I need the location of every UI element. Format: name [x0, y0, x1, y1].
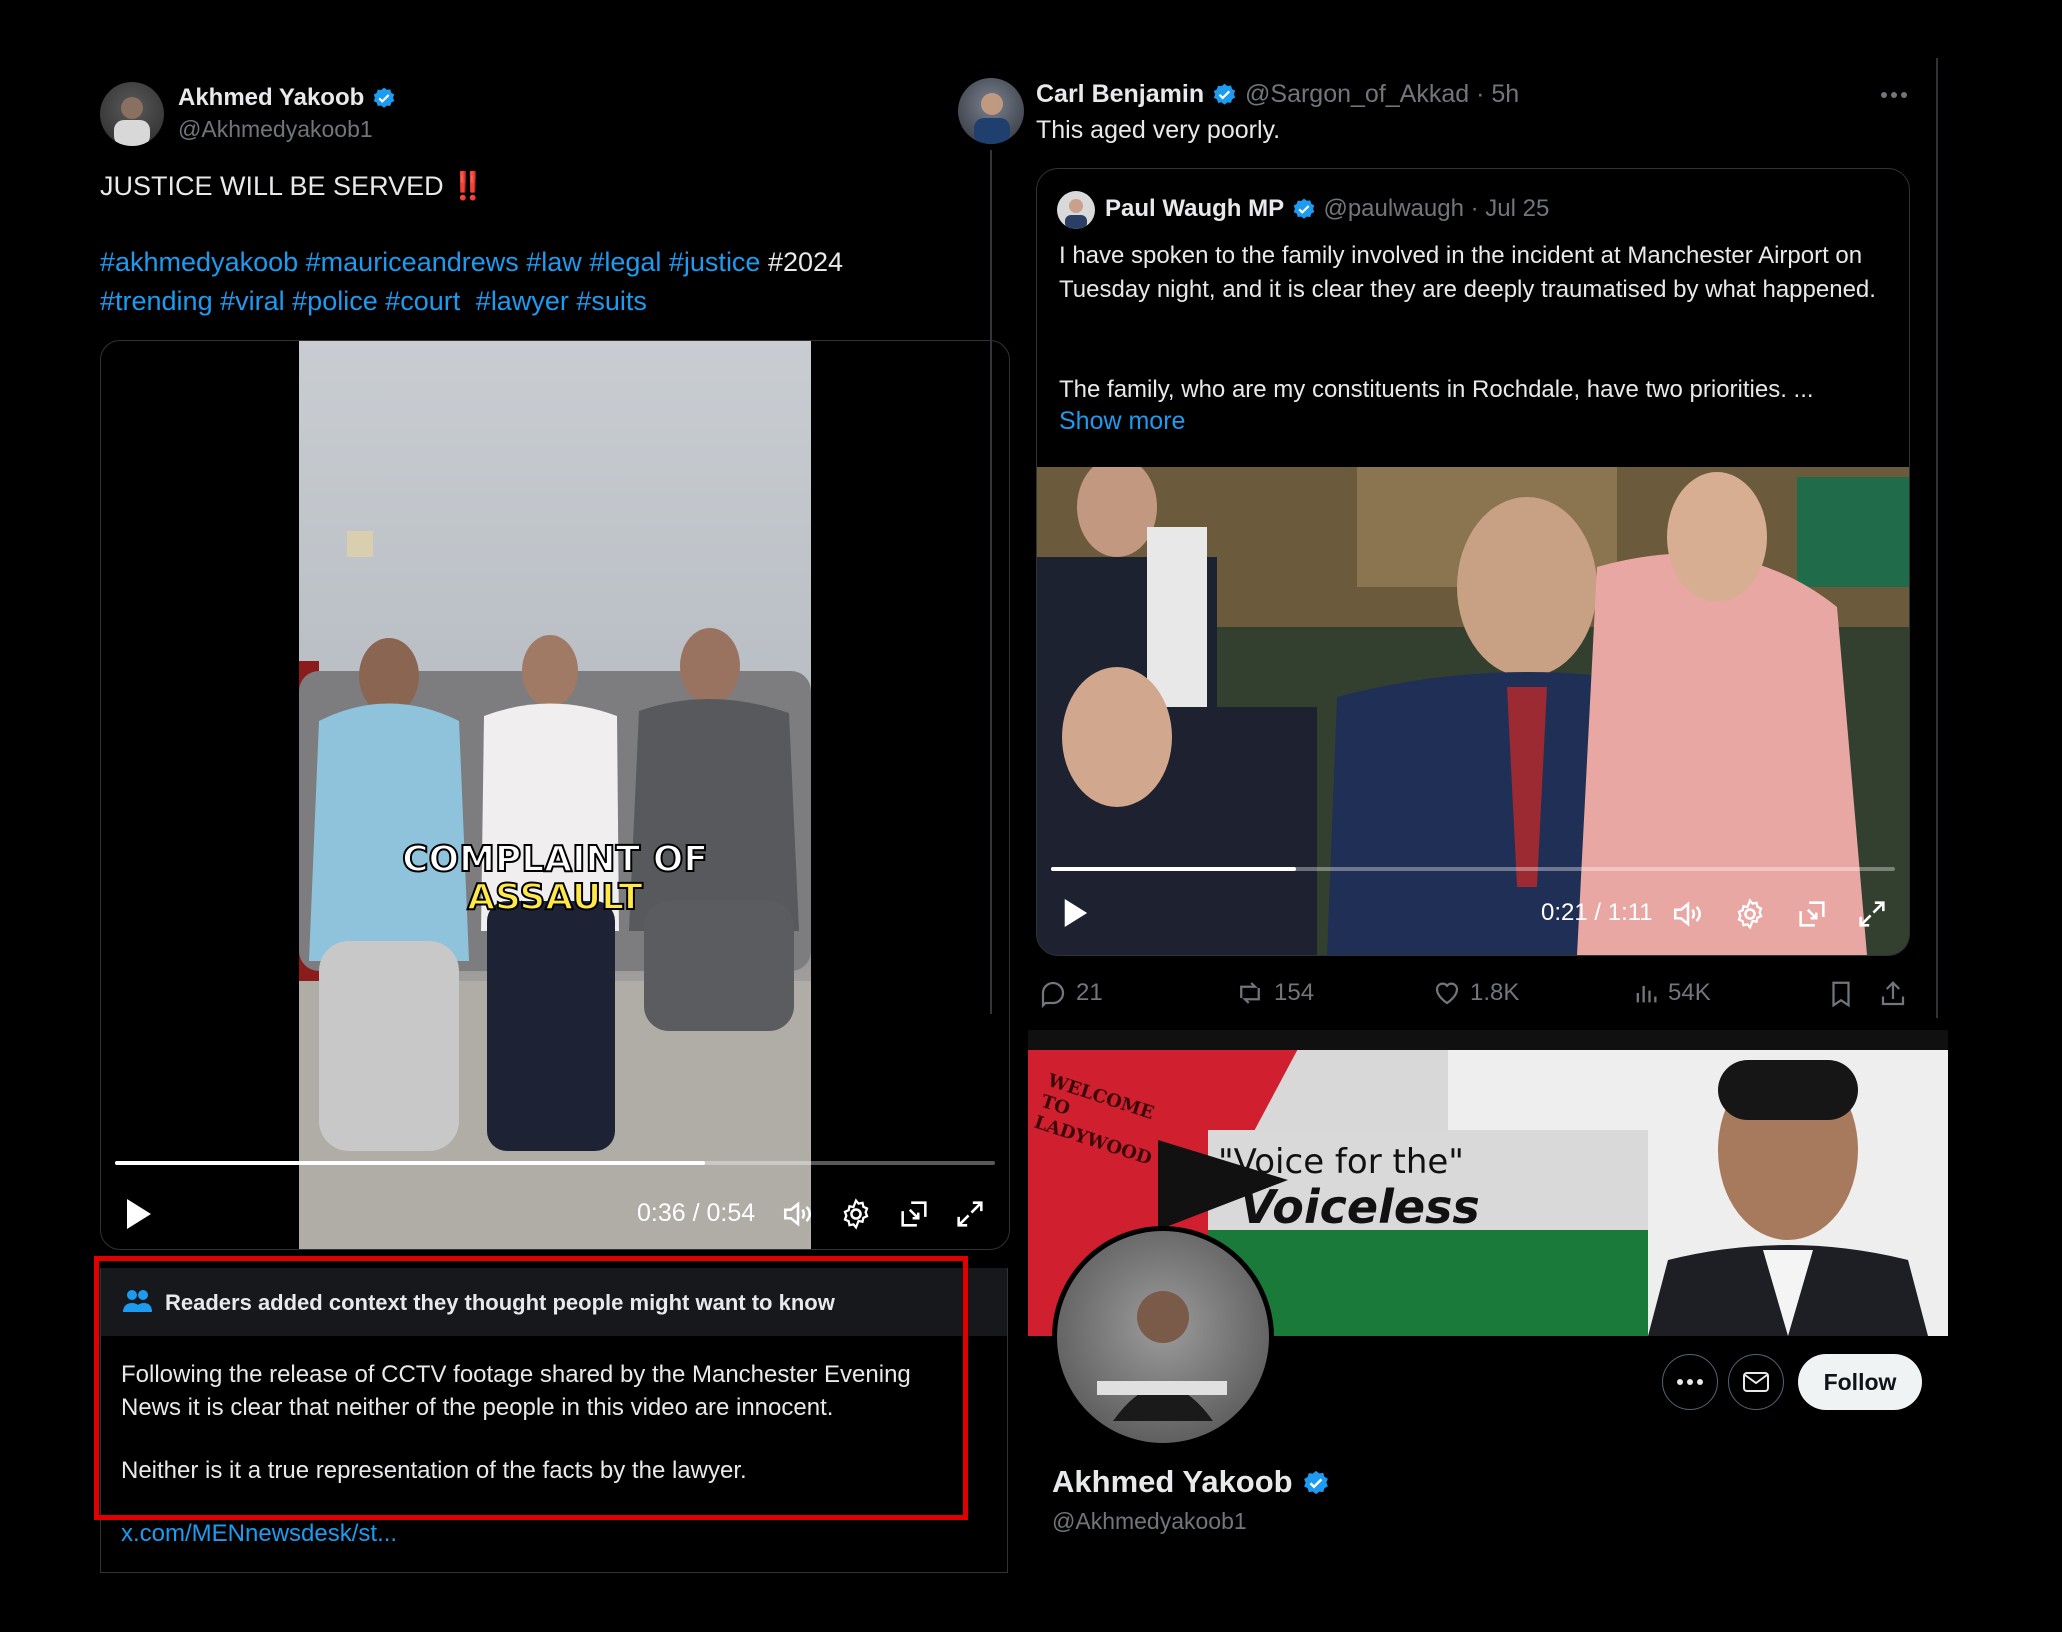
video-scene-illustration [299, 531, 811, 1249]
settings-gear-icon[interactable] [1733, 897, 1767, 931]
right-author-handle[interactable]: @Sargon_of_Akkad [1245, 80, 1469, 108]
quoted-author-handle: @paulwaugh [1323, 195, 1464, 222]
quoted-author-name: Paul Waugh MP [1105, 195, 1285, 222]
bookmark-icon[interactable] [1826, 978, 1856, 1010]
message-button[interactable] [1728, 1354, 1784, 1410]
volume-icon[interactable] [781, 1197, 815, 1231]
thread-line [990, 150, 992, 1014]
picture-in-picture-icon[interactable] [1795, 897, 1829, 931]
video-progress-bar[interactable] [1051, 867, 1895, 871]
quoted-author-avatar [1057, 191, 1095, 229]
left-author-name[interactable]: Akhmed Yakoob [178, 84, 364, 111]
video-caption-line1: COMPLAINT OF [401, 839, 709, 880]
profile-handle: @Akhmedyakoob1 [1052, 1508, 1247, 1534]
hashtag-link[interactable]: #akhmedyakoob [100, 247, 298, 277]
repost-icon [1240, 982, 1260, 1004]
verified-badge-icon [1304, 1470, 1329, 1494]
views-chart-icon [1636, 986, 1657, 1003]
hashtag-line-1: #akhmedyakoob #mauriceandrews #law #lega… [100, 247, 843, 278]
settings-gear-icon[interactable] [839, 1197, 873, 1231]
reply-button[interactable]: 21 [1038, 978, 1103, 1008]
play-icon[interactable] [123, 1197, 153, 1231]
verified-badge-icon [1213, 83, 1236, 105]
hashtag-link[interactable]: #mauriceandrews [306, 247, 519, 277]
banner-line2: Voiceless [1240, 1180, 1480, 1234]
hashtag-link[interactable]: #court [385, 286, 460, 316]
banner-line1: "Voice for the" [1218, 1142, 1464, 1182]
profile-avatar[interactable] [1052, 1226, 1274, 1448]
more-actions-button[interactable] [1662, 1354, 1718, 1410]
show-more-link[interactable]: Show more [1059, 407, 1185, 436]
hashtag-link[interactable]: #legal [589, 247, 661, 277]
left-author-avatar[interactable] [100, 82, 164, 146]
verified-badge-icon [1293, 198, 1315, 219]
play-icon[interactable] [1061, 897, 1089, 929]
quoted-video-player[interactable]: 0:21 / 1:11 [1037, 467, 1909, 955]
heart-icon [1435, 982, 1459, 1005]
quoted-text-1: I have spoken to the family involved in … [1059, 242, 1876, 303]
video-time: 0:36 / 0:54 [637, 1199, 756, 1227]
hashtag-link[interactable]: #trending [100, 286, 213, 316]
picture-in-picture-icon[interactable] [897, 1197, 931, 1231]
left-video-player[interactable]: COMPLAINT OF ASSAULT 0:36 / 0:54 [100, 340, 1010, 1250]
video-progress-fill [1051, 867, 1296, 871]
community-note-link[interactable]: x.com/MENnewsdesk/st... [121, 1520, 397, 1548]
verified-badge-icon [373, 87, 395, 108]
quoted-tweet-time: · Jul 25 [1470, 195, 1550, 222]
repost-button[interactable]: 154 [1234, 978, 1314, 1008]
highlight-box [94, 1256, 968, 1520]
views-count: 54K [1668, 979, 1711, 1006]
share-icon[interactable] [1878, 978, 1908, 1010]
hashtag-link[interactable]: #justice [669, 247, 761, 277]
hashtag-link[interactable]: #suits [576, 286, 647, 316]
hashtag-link[interactable]: #viral [220, 286, 285, 316]
fullscreen-icon[interactable] [953, 1197, 987, 1231]
video-progress-bar[interactable] [115, 1161, 995, 1165]
double-exclamation-emoji: ‼️ [451, 171, 485, 201]
views-button[interactable]: 54K [1632, 978, 1711, 1008]
right-author-name[interactable]: Carl Benjamin [1036, 80, 1204, 108]
plain-tag: #2024 [767, 247, 844, 277]
right-column-divider [1936, 58, 1938, 1018]
follow-button-label: Follow [1823, 1369, 1897, 1395]
like-button[interactable]: 1.8K [1432, 978, 1519, 1008]
video-caption-line2: ASSAULT [466, 877, 644, 918]
reply-icon [1041, 981, 1065, 1008]
quoted-tweet[interactable]: Paul Waugh MP @paulwaugh · Jul 25 I have… [1036, 168, 1910, 956]
right-author-avatar[interactable] [958, 78, 1024, 144]
more-options-icon [1677, 1379, 1703, 1385]
right-tweet-text: This aged very poorly. [1036, 116, 1281, 144]
video-progress-fill [115, 1161, 705, 1165]
hashtag-link[interactable]: #lawyer [476, 286, 569, 316]
fullscreen-icon[interactable] [1855, 897, 1889, 931]
quoted-text-2: The family, who are my constituents in R… [1059, 376, 1814, 403]
hashtag-line-2: #trending #viral #police #court #lawyer … [100, 286, 647, 317]
left-tweet-text: JUSTICE WILL BE SERVED [100, 171, 444, 201]
profile-card: WELCOME TO LADYWOOD "Voice for the" Voic… [1028, 1030, 1948, 1570]
right-tweet-time[interactable]: · 5h [1476, 80, 1519, 108]
video-frame: COMPLAINT OF ASSAULT [299, 341, 811, 1249]
repost-count: 154 [1274, 979, 1315, 1006]
reply-count: 21 [1076, 979, 1103, 1006]
like-count: 1.8K [1470, 979, 1520, 1006]
video-scene-illustration [1037, 467, 1909, 955]
follow-button[interactable]: Follow [1798, 1354, 1922, 1410]
hashtag-link[interactable]: #police [292, 286, 378, 316]
profile-name: Akhmed Yakoob [1052, 1464, 1293, 1499]
envelope-icon [1743, 1372, 1769, 1392]
hashtag-link[interactable]: #law [526, 247, 582, 277]
more-options-icon[interactable] [1878, 84, 1910, 106]
volume-icon[interactable] [1671, 897, 1705, 931]
video-time: 0:21 / 1:11 [1541, 899, 1653, 926]
left-author-handle[interactable]: @Akhmedyakoob1 [178, 116, 373, 143]
